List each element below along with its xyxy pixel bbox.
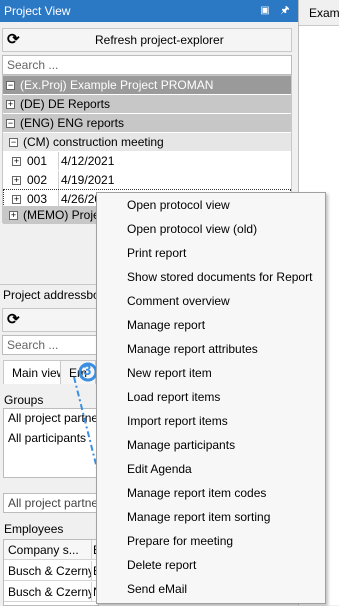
report-date: 4/12/2021	[58, 152, 114, 170]
table-row[interactable]: Busch & Czerny	[4, 582, 92, 602]
menu-prepare-for-meeting[interactable]: Prepare for meeting	[97, 529, 325, 553]
tab-example[interactable]: Examp	[309, 6, 339, 20]
refresh-icon: ⟳	[7, 311, 20, 328]
addressbook-title: Project addressboo	[3, 288, 107, 302]
maximize-icon[interactable]: ▣	[258, 4, 272, 18]
addressbook-search-input[interactable]: Search ...	[2, 335, 98, 355]
collapse-icon[interactable]: −	[9, 138, 18, 148]
menu-comment-overview[interactable]: Comment overview	[97, 289, 325, 313]
addressbook-refresh-button[interactable]: ⟳	[2, 308, 98, 332]
menu-manage-report-item-sorting[interactable]: Manage report item sorting	[97, 505, 325, 529]
project-search-input[interactable]: Search ...	[2, 55, 292, 75]
menu-manage-report[interactable]: Manage report	[97, 313, 325, 337]
menu-manage-report-item-codes[interactable]: Manage report item codes	[97, 481, 325, 505]
tree-node-cm[interactable]: − (CM) construction meeting	[3, 133, 291, 151]
expand-icon[interactable]: +	[12, 176, 21, 186]
report-row-001[interactable]: + 001 4/12/2021	[3, 152, 291, 170]
employees-label: Employees	[4, 522, 64, 536]
context-menu: Open protocol view Open protocol view (o…	[96, 192, 326, 604]
tree-node-eng[interactable]: − (ENG) ENG reports	[3, 114, 291, 132]
menu-manage-participants[interactable]: Manage participants	[97, 433, 325, 457]
report-date: 4/19/2021	[58, 171, 114, 189]
expand-icon[interactable]: +	[12, 195, 21, 205]
annotation-number: 3	[83, 362, 92, 379]
menu-print-report[interactable]: Print report	[97, 241, 325, 265]
menu-edit-agenda[interactable]: Edit Agenda	[97, 457, 325, 481]
right-tabstrip: Examp	[299, 0, 339, 26]
report-row-002[interactable]: + 002 4/19/2021	[3, 171, 291, 189]
expand-icon[interactable]: +	[6, 100, 15, 110]
project-view-titlebar: Project View ▣ 🖈	[0, 0, 298, 22]
menu-import-report-items[interactable]: Import report items	[97, 409, 325, 433]
menu-manage-report-attributes[interactable]: Manage report attributes	[97, 337, 325, 361]
refresh-label: Refresh project-explorer	[95, 33, 224, 47]
project-view-title: Project View	[4, 4, 71, 18]
menu-open-protocol-view[interactable]: Open protocol view	[97, 193, 325, 217]
menu-load-report-items[interactable]: Load report items	[97, 385, 325, 409]
menu-show-stored-documents[interactable]: Show stored documents for Report	[97, 265, 325, 289]
pin-icon[interactable]: 🖈	[278, 4, 292, 18]
report-number: 001	[27, 154, 48, 168]
project-search-placeholder: Search ...	[7, 58, 59, 72]
menu-send-email[interactable]: Send eMail	[97, 577, 325, 601]
menu-open-protocol-view-old[interactable]: Open protocol view (old)	[97, 217, 325, 241]
menu-new-report-item[interactable]: New report item	[97, 361, 325, 385]
addressbook-search-placeholder: Search ...	[7, 338, 59, 352]
table-row[interactable]: Busch & Czerny	[4, 561, 92, 581]
collapse-icon[interactable]: −	[6, 119, 15, 129]
tree-node-de[interactable]: + (DE) DE Reports	[3, 95, 291, 113]
tree-root-node[interactable]: − (Ex.Proj) Example Project PROMAN	[3, 76, 291, 94]
report-number: 002	[27, 173, 48, 187]
collapse-icon[interactable]: −	[6, 81, 15, 91]
refresh-project-explorer-button[interactable]: ⟳ Refresh project-explorer	[2, 28, 292, 52]
expand-icon[interactable]: +	[9, 211, 18, 221]
expand-icon[interactable]: +	[12, 157, 21, 167]
refresh-icon: ⟳	[7, 31, 20, 48]
menu-delete-report[interactable]: Delete report	[97, 553, 325, 577]
groups-label: Groups	[4, 393, 44, 407]
